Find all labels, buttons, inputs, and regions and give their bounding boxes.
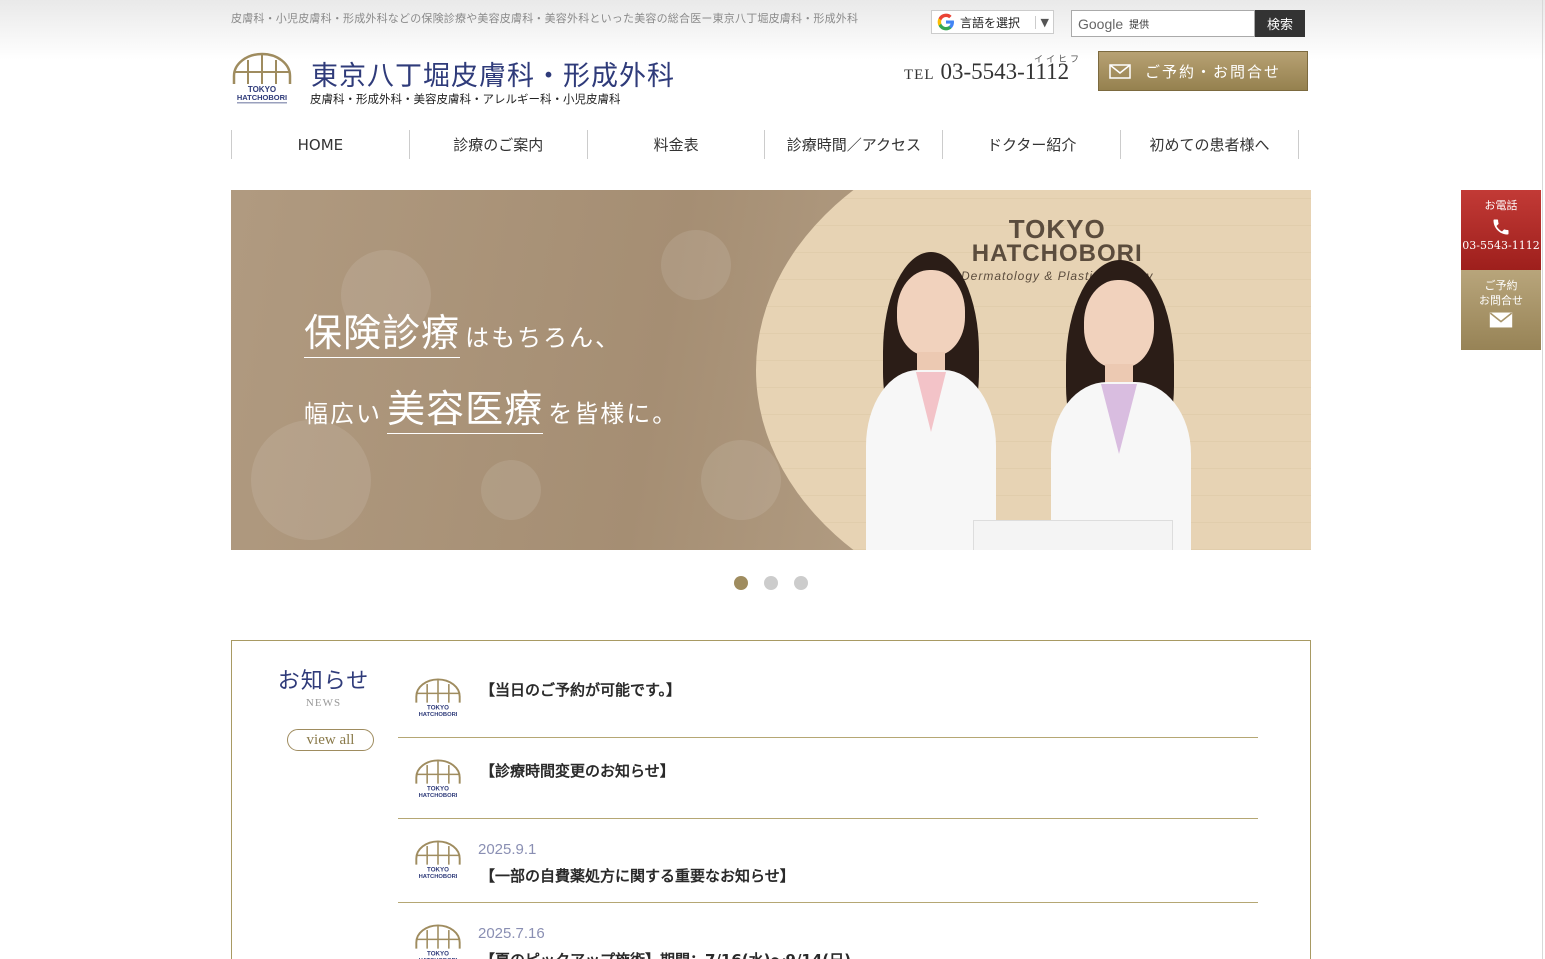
phone-number: 03-5543-1112 bbox=[1462, 238, 1540, 252]
news-section: お知らせ NEWS view all TOKYO HATCHOBORI 【当日の… bbox=[231, 640, 1311, 959]
google-g-icon bbox=[937, 13, 954, 31]
reception-desk bbox=[973, 520, 1173, 550]
phone-icon bbox=[1493, 219, 1509, 235]
main-nav: HOME 診療のご案内 料金表 診療時間／アクセス ドクター紹介 初めての患者様… bbox=[231, 130, 1299, 159]
hero-highlight-insurance: 保険診療 bbox=[304, 311, 461, 358]
hero-text: を皆様に。 bbox=[548, 400, 679, 428]
phone-ruby: イイヒフ bbox=[1034, 54, 1083, 64]
doctor-photo bbox=[1046, 260, 1196, 550]
slider-dot-3[interactable] bbox=[794, 576, 808, 590]
nav-doctors[interactable]: ドクター紹介 bbox=[943, 130, 1122, 159]
svg-text:HATCHOBORI: HATCHOBORI bbox=[419, 874, 458, 880]
floating-contact-button[interactable]: ご予約 お問合せ bbox=[1461, 270, 1541, 350]
search-button[interactable]: 検索 bbox=[1255, 10, 1305, 37]
blossom-decoration bbox=[661, 230, 731, 300]
floating-phone-button[interactable]: お電話 03-5543-1112 bbox=[1461, 190, 1541, 270]
header-phone[interactable]: イイヒフ TEL 03-5543-1112 bbox=[904, 54, 1079, 85]
news-item-title[interactable]: 【一部の自費薬処方に関する重要なお知らせ】 bbox=[480, 865, 795, 886]
site-title[interactable]: 東京八丁堀皮膚科・形成外科 bbox=[311, 54, 675, 93]
search-box[interactable]: Google 提供 bbox=[1071, 10, 1255, 37]
hero-text: はもちろん、 bbox=[465, 324, 622, 352]
news-item-title[interactable]: 【夏のピックアップ施術】期間：7/16(水)～9/14(日) bbox=[480, 949, 851, 959]
site-tagline: 皮膚科・小児皮膚科・形成外科などの保険診療や美容皮膚科・美容外科といった美容の総… bbox=[231, 12, 859, 25]
svg-text:TOKYO: TOKYO bbox=[427, 786, 449, 793]
hero-copy-line2: 幅広い 美容医療 を皆様に。 bbox=[304, 378, 679, 434]
news-item[interactable]: TOKYO HATCHOBORI 2025.9.1 【一部の自費薬処方に関する重… bbox=[398, 819, 1258, 903]
svg-text:TOKYO: TOKYO bbox=[427, 705, 449, 712]
contact-label-line1: ご予約 bbox=[1484, 279, 1518, 292]
doctor-photo bbox=[861, 252, 1001, 550]
news-item[interactable]: TOKYO HATCHOBORI 2025.7.16 【夏のピックアップ施術】期… bbox=[398, 903, 1258, 959]
nav-hours-access[interactable]: 診療時間／アクセス bbox=[765, 130, 944, 159]
translate-select[interactable]: 言語を選択 ▼ bbox=[931, 10, 1054, 34]
hero-copy-line1: 保険診療 はもちろん、 bbox=[304, 302, 622, 358]
news-item-title[interactable]: 【当日のご予約が可能です。】 bbox=[480, 679, 681, 700]
nav-treatments[interactable]: 診療のご案内 bbox=[410, 130, 588, 159]
site-search: Google 提供 検索 bbox=[1071, 10, 1305, 37]
hero-slider[interactable]: TOKYO HATCHOBORI Dermatology & Plastic S… bbox=[231, 190, 1311, 550]
provided-by: 提供 bbox=[1129, 20, 1150, 31]
contact-label-line2: お問合せ bbox=[1479, 293, 1523, 307]
news-list: TOKYO HATCHOBORI 【当日のご予約が可能です。】 TOKYO HA… bbox=[398, 657, 1258, 959]
news-heading: お知らせ NEWS bbox=[276, 663, 371, 709]
nav-first-visit[interactable]: 初めての患者様へ bbox=[1121, 130, 1299, 159]
news-item-title[interactable]: 【診療時間変更のお知らせ】 bbox=[480, 760, 675, 781]
blossom-decoration bbox=[251, 420, 371, 540]
hero-text: 幅広い bbox=[304, 400, 382, 428]
svg-text:HATCHOBORI: HATCHOBORI bbox=[419, 793, 458, 799]
slider-dot-1[interactable] bbox=[734, 576, 748, 590]
hero-highlight-beauty: 美容医療 bbox=[387, 387, 544, 434]
phone-label: お電話 bbox=[1484, 199, 1518, 212]
blossom-decoration bbox=[701, 440, 781, 520]
news-title-en: NEWS bbox=[305, 697, 342, 709]
slider-dot-2[interactable] bbox=[764, 576, 778, 590]
translate-label: 言語を選択 bbox=[960, 15, 1021, 30]
view-all-button[interactable]: view all bbox=[287, 729, 374, 751]
google-brand: Google bbox=[1078, 15, 1124, 32]
svg-text:HATCHOBORI: HATCHOBORI bbox=[419, 712, 458, 718]
clinic-logo-icon: TOKYO HATCHOBORI bbox=[415, 840, 461, 880]
news-item[interactable]: TOKYO HATCHOBORI 【診療時間変更のお知らせ】 bbox=[398, 738, 1258, 819]
svg-text:HATCHOBORI: HATCHOBORI bbox=[237, 93, 287, 102]
clinic-logo-icon: TOKYO HATCHOBORI bbox=[415, 924, 461, 959]
tel-label: TEL bbox=[904, 67, 935, 83]
clinic-logo-icon: TOKYO HATCHOBORI bbox=[415, 678, 461, 718]
clinic-logo-icon: TOKYO HATCHOBORI bbox=[415, 759, 461, 799]
news-item[interactable]: TOKYO HATCHOBORI 【当日のご予約が可能です。】 bbox=[398, 657, 1258, 738]
slider-dots bbox=[734, 576, 808, 590]
contact-label: ご予約 お問合せ bbox=[1461, 270, 1541, 309]
news-title: お知らせ bbox=[277, 669, 370, 694]
clinic-logo[interactable]: TOKYO HATCHOBORI bbox=[231, 50, 293, 106]
news-item-date: 2025.7.16 bbox=[478, 925, 545, 942]
site-subtitle: 皮膚科・形成外科・美容皮膚科・アレルギー科・小児皮膚科 bbox=[310, 92, 621, 106]
news-item-date: 2025.9.1 bbox=[478, 841, 537, 858]
page-edge bbox=[1542, 0, 1543, 959]
dropdown-caret-icon: ▼ bbox=[1034, 15, 1049, 29]
svg-text:TOKYO: TOKYO bbox=[427, 951, 449, 958]
search-input[interactable] bbox=[1153, 16, 1234, 31]
nav-prices[interactable]: 料金表 bbox=[588, 130, 766, 159]
svg-text:TOKYO: TOKYO bbox=[427, 867, 449, 874]
reserve-contact-button[interactable]: ご予約・お問合せ bbox=[1098, 51, 1308, 91]
mail-icon bbox=[1109, 63, 1131, 79]
nav-home[interactable]: HOME bbox=[232, 130, 410, 159]
reserve-label: ご予約・お問合せ bbox=[1145, 62, 1282, 81]
mail-icon bbox=[1489, 312, 1513, 328]
blossom-decoration bbox=[481, 460, 541, 520]
